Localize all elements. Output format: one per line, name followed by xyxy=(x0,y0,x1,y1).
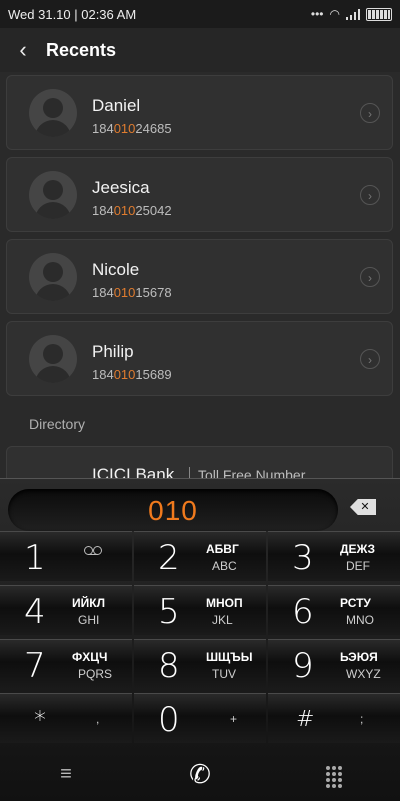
contact-name: Nicole xyxy=(92,260,140,279)
status-bar: Wed 31.10 | 02:36 AM ••• ◠ xyxy=(0,0,400,28)
key-3[interactable]: 3 ДЕЖЗ DEF xyxy=(268,531,400,581)
chevron-right-icon[interactable]: › xyxy=(360,185,380,205)
key-2[interactable]: 2 АБВГ ABC xyxy=(134,531,266,581)
contact-name: Philip xyxy=(92,342,134,361)
battery-icon xyxy=(366,7,392,21)
avatar xyxy=(29,89,77,137)
app-header: ‹ Recents xyxy=(0,28,400,72)
key-star[interactable]: * , xyxy=(0,693,132,743)
call-button[interactable]: ✆ xyxy=(134,747,266,801)
avatar xyxy=(29,335,77,383)
chevron-right-icon[interactable]: › xyxy=(360,103,380,123)
dial-display[interactable]: 010 xyxy=(8,489,338,531)
contact-name: Daniel xyxy=(92,96,141,115)
avatar xyxy=(29,171,77,219)
phone-icon: ✆ xyxy=(189,759,211,789)
chevron-right-icon[interactable]: › xyxy=(360,267,380,287)
wifi-icon: ◠ xyxy=(329,7,340,21)
contact-number: 18401015678 xyxy=(92,285,172,300)
status-time: Wed 31.10 | 02:36 AM xyxy=(8,6,137,22)
backspace-button[interactable]: ✕ xyxy=(350,499,376,515)
menu-icon: ≡ xyxy=(60,763,72,785)
status-icons: ••• ◠ xyxy=(311,7,392,21)
page-title: Recents xyxy=(46,39,117,60)
dialed-number: 010 xyxy=(148,495,198,526)
dialer-actions: ≡ ✆ xyxy=(0,747,400,801)
menu-button[interactable]: ≡ xyxy=(0,747,132,801)
list-item[interactable]: Jeesica 18401025042 › xyxy=(6,157,393,232)
dialpad: 010 ✕ 1 2 АБВГ ABC 3 ДЕЖЗ DEF 4 ИЙКЛ GHI… xyxy=(0,478,400,801)
back-button[interactable]: ‹ xyxy=(0,37,46,63)
key-9[interactable]: 9 ЬЭЮЯ WXYZ xyxy=(268,639,400,689)
key-7[interactable]: 7 ФХЦЧ PQRS xyxy=(0,639,132,689)
list-item[interactable]: Daniel 18401024685 › xyxy=(6,75,393,150)
contact-name: Jeesica xyxy=(92,178,150,197)
dialpad-toggle-button[interactable] xyxy=(268,747,400,801)
more-dots-icon: ••• xyxy=(310,7,324,21)
signal-icon xyxy=(346,8,360,20)
key-hash[interactable]: # ; xyxy=(268,693,400,743)
avatar xyxy=(29,253,77,301)
key-8[interactable]: 8 ШЩЪЫ TUV xyxy=(134,639,266,689)
contact-number: 18401025042 xyxy=(92,203,172,218)
key-4[interactable]: 4 ИЙКЛ GHI xyxy=(0,585,132,635)
key-1[interactable]: 1 xyxy=(0,531,132,581)
chevron-right-icon[interactable]: › xyxy=(360,349,380,369)
contact-number: 18401024685 xyxy=(92,121,172,136)
contact-number: 18401015689 xyxy=(92,367,172,382)
list-item[interactable]: Philip 18401015689 › xyxy=(6,321,393,396)
dialpad-icon xyxy=(326,766,342,788)
key-0[interactable]: 0 + xyxy=(134,693,266,743)
list-item[interactable]: Nicole 18401015678 › xyxy=(6,239,393,314)
directory-label: Directory xyxy=(29,416,86,432)
key-5[interactable]: 5 МНОП JKL xyxy=(134,585,266,635)
voicemail-icon xyxy=(84,546,102,555)
key-6[interactable]: 6 РСТУ MNO xyxy=(268,585,400,635)
